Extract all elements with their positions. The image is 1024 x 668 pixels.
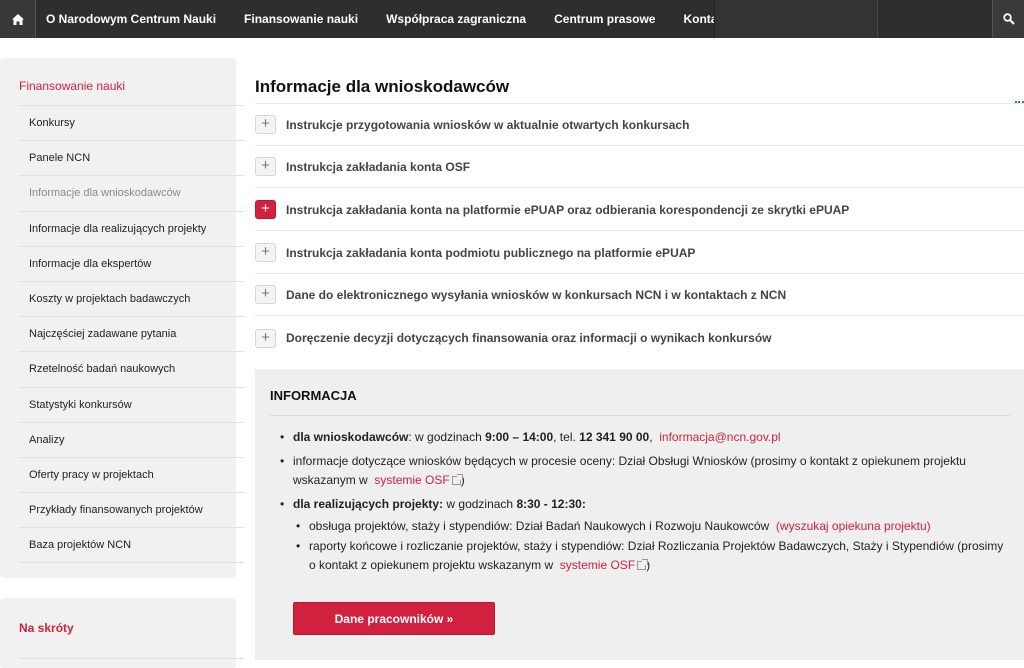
info-final-reports: • raporty końcowe i rozliczanie projektó… <box>296 539 1004 572</box>
nav-funding[interactable]: Finansowanie nauki <box>230 0 372 38</box>
nav-press[interactable]: Centrum prasowe <box>540 0 669 38</box>
info-applicants: • dla wnioskodawców: w godzinach 9:00 – … <box>280 430 781 444</box>
plus-icon[interactable]: + <box>255 328 276 348</box>
accordion-label[interactable]: Instrukcja zakładania konta podmiotu pub… <box>286 246 695 260</box>
home-button[interactable] <box>0 0 36 38</box>
nav-about[interactable]: O Narodowym Centrum Nauki <box>36 0 230 38</box>
applicants-phone: 12 341 90 00 <box>579 430 650 444</box>
shortcuts-panel: Na skróty <box>0 598 244 668</box>
accordion-item-instrukcje-wnioskow[interactable]: + Instrukcje przygotowania wniosków w ak… <box>255 104 1024 146</box>
plus-icon[interactable]: + <box>255 285 276 304</box>
sidebar-item-statystyki[interactable]: Statystyki konkursów <box>19 386 244 422</box>
info-grantees: • dla realizujących projekty: w godzinac… <box>280 497 586 511</box>
applicants-label: dla wnioskodawców <box>293 430 409 444</box>
nav-spacer <box>714 0 878 38</box>
plus-icon[interactable]: + <box>255 115 276 134</box>
applicants-hours: 9:00 – 14:00 <box>485 430 554 444</box>
sidebar: Finansowanie nauki Konkursy Panele NCN I… <box>0 58 244 578</box>
page-title: Informacje dla wnioskodawców <box>255 77 510 96</box>
info-evaluation: • informacje dotyczące wniosków będących… <box>280 454 966 487</box>
osf-system-link[interactable]: systemie OSF <box>374 473 449 487</box>
sidebar-divider <box>19 562 244 564</box>
grantees-hours: 8:30 - 12:30: <box>516 497 586 511</box>
shortcuts-divider <box>19 658 244 659</box>
info-project-support: • obsługa projektów, staży i stypendiów:… <box>296 519 931 533</box>
sidebar-item-realizujacy[interactable]: Informacje dla realizujących projekty <box>19 210 244 246</box>
sidebar-item-konkursy[interactable]: Konkursy <box>19 105 244 140</box>
home-icon <box>11 13 24 25</box>
sidebar-item-przyklady[interactable]: Przykłady finansowanych projektów <box>19 492 244 527</box>
plus-icon[interactable]: + <box>255 157 276 176</box>
accordion-label[interactable]: Instrukcja zakładania konta OSF <box>286 160 470 174</box>
info-title: INFORMACJA <box>270 388 357 403</box>
accordion-label[interactable]: Doręczenie decyzji dotyczących finansowa… <box>286 331 771 345</box>
sidebar-menu: Konkursy Panele NCN Informacje dla wnios… <box>19 105 244 564</box>
accordion-item-konto-podmiotu-epuap[interactable]: + Instrukcja zakładania konta podmiotu p… <box>255 232 1024 274</box>
sidebar-item-analizy[interactable]: Analizy <box>19 421 244 457</box>
main-menu: O Narodowym Centrum Nauki Finansowanie n… <box>36 0 742 38</box>
plus-icon[interactable]: + <box>255 243 276 262</box>
external-link-icon <box>451 474 463 485</box>
find-supervisor-link[interactable]: (wyszukaj opiekuna projektu) <box>776 519 931 533</box>
grantees-label: dla realizujących projekty: <box>293 497 444 511</box>
sidebar-item-koszty[interactable]: Koszty w projektach badawczych <box>19 280 244 316</box>
sidebar-item-rzetelnosc[interactable]: Rzetelność badań naukowych <box>19 351 244 386</box>
accordion-label[interactable]: Instrukcja zakładania konta na platformi… <box>286 203 849 217</box>
sidebar-item-baza-projektow[interactable]: Baza projektów NCN <box>19 527 244 562</box>
external-link-icon <box>637 559 649 570</box>
sidebar-item-wnioskodawcy[interactable]: Informacje dla wnioskodawców <box>19 175 244 210</box>
info-body: • dla wnioskodawców: w godzinach 9:00 – … <box>278 428 1008 575</box>
accordion-item-wysylanie-wnioskow[interactable]: + Dane do elektronicznego wysyłania wnio… <box>255 274 1024 316</box>
osf-system-link-2[interactable]: systemie OSF <box>560 558 635 572</box>
sidebar-heading[interactable]: Finansowanie nauki <box>19 79 125 93</box>
plus-icon[interactable]: + <box>255 200 276 219</box>
search-button[interactable] <box>992 0 1024 38</box>
top-navigation: O Narodowym Centrum Nauki Finansowanie n… <box>0 0 1024 38</box>
info-divider <box>270 415 1010 416</box>
sidebar-item-faq[interactable]: Najczęściej zadawane pytania <box>19 316 244 351</box>
sidebar-item-oferty-pracy[interactable]: Oferty pracy w projektach <box>19 456 244 492</box>
email-link[interactable]: informacja@ncn.gov.pl <box>659 430 780 444</box>
sidebar-item-eksperci[interactable]: Informacje dla ekspertów <box>19 245 244 281</box>
accordion-item-doreczenie-decyzji[interactable]: + Doręczenie decyzji dotyczących finanso… <box>255 317 1024 359</box>
staff-data-button[interactable]: Dane pracowników » <box>293 602 495 635</box>
accordion-item-konto-epuap[interactable]: + Instrukcja zakładania konta na platfor… <box>255 189 1024 231</box>
sidebar-item-panele[interactable]: Panele NCN <box>19 140 244 175</box>
accordion-label[interactable]: Instrukcje przygotowania wniosków w aktu… <box>286 118 689 132</box>
accordion-item-konto-osf[interactable]: + Instrukcja zakładania konta OSF <box>255 146 1024 188</box>
search-icon <box>1002 13 1015 25</box>
shortcuts-heading: Na skróty <box>19 621 74 635</box>
info-panel: INFORMACJA • dla wnioskodawców: w godzin… <box>255 369 1024 660</box>
accordion-label[interactable]: Dane do elektronicznego wysyłania wniosk… <box>286 288 786 302</box>
nav-international[interactable]: Współpraca zagraniczna <box>372 0 540 38</box>
